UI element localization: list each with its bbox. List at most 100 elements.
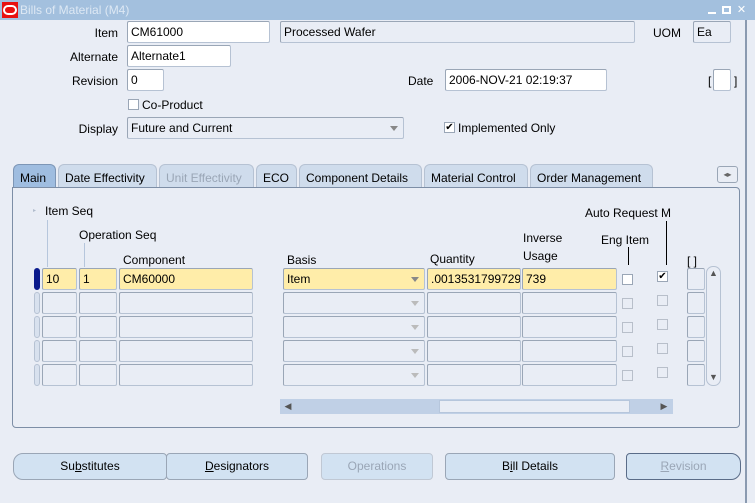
inverse-usage-cell-value: 739 — [526, 272, 547, 286]
label-part: esignators — [213, 459, 270, 473]
basis-cell[interactable] — [283, 316, 425, 338]
auto-request-checkbox[interactable] — [657, 295, 668, 306]
display-label: Display — [78, 122, 118, 136]
scroll-left-icon[interactable]: ◀ — [282, 400, 294, 413]
item-seq-cell[interactable] — [42, 340, 77, 362]
tab-component-details[interactable]: Component Details — [299, 164, 422, 188]
descriptive-flexfield[interactable] — [713, 69, 731, 91]
minimize-button[interactable] — [705, 3, 718, 16]
basis-cell[interactable] — [283, 364, 425, 386]
alternate-label: Alternate — [69, 50, 118, 64]
tab-order-management[interactable]: Order Management — [530, 164, 653, 188]
header-connector — [666, 221, 667, 265]
inverse-usage-cell[interactable] — [522, 364, 617, 386]
eng-item-checkbox[interactable] — [622, 274, 633, 285]
operations-button[interactable]: Operations — [321, 453, 433, 480]
quantity-cell[interactable] — [427, 292, 521, 314]
item-description-field[interactable]: Processed Wafer — [280, 21, 635, 43]
minimize-icon — [707, 11, 716, 14]
scroll-up-icon[interactable]: ▲ — [707, 268, 720, 278]
alternate-field[interactable]: Alternate1 — [127, 45, 231, 67]
oracle-logo-icon — [2, 2, 18, 18]
revision-button[interactable]: Revision — [626, 453, 741, 480]
row-flexfield[interactable] — [687, 316, 705, 338]
substitutes-button[interactable]: Substitutes — [13, 453, 167, 480]
item-field[interactable]: CM61000 — [127, 21, 270, 43]
row-indicator[interactable] — [34, 340, 40, 362]
quantity-cell[interactable] — [427, 364, 521, 386]
operation-seq-cell[interactable] — [79, 292, 117, 314]
component-cell[interactable] — [119, 292, 253, 314]
label-part: ll Details — [512, 459, 559, 473]
window-border — [745, 20, 747, 503]
row-flexfield[interactable] — [687, 292, 705, 314]
auto-request-checkbox[interactable] — [657, 367, 668, 378]
chevron-down-icon — [411, 325, 419, 330]
co-product-checkbox[interactable] — [128, 99, 139, 110]
quantity-cell[interactable] — [427, 316, 521, 338]
date-field[interactable]: 2006-NOV-21 02:19:37 — [445, 69, 607, 91]
scroll-right-icon[interactable]: ▶ — [658, 400, 670, 413]
header-operation-seq: Operation Seq — [79, 228, 157, 242]
eng-item-checkbox[interactable] — [622, 322, 633, 333]
item-seq-cell[interactable] — [42, 364, 77, 386]
horizontal-scroll-thumb[interactable] — [439, 400, 630, 413]
implemented-only-checkbox[interactable]: ✔ — [444, 122, 455, 133]
display-select[interactable]: Future and Current — [127, 117, 404, 139]
inverse-usage-cell[interactable] — [522, 292, 617, 314]
row-flexfield[interactable] — [687, 340, 705, 362]
quantity-cell[interactable] — [427, 340, 521, 362]
bill-details-button[interactable]: Bill Details — [445, 453, 615, 480]
tab-scroll-button[interactable]: ◂▸ — [717, 166, 738, 183]
component-cell[interactable] — [119, 364, 253, 386]
chevron-down-icon — [390, 126, 398, 131]
vertical-scrollbar[interactable] — [706, 266, 721, 386]
header-basis: Basis — [287, 253, 317, 267]
row-indicator[interactable] — [34, 268, 40, 290]
close-icon: ✕ — [736, 4, 747, 16]
row-flexfield[interactable] — [687, 268, 705, 290]
operation-seq-cell[interactable] — [79, 340, 117, 362]
auto-request-checkbox[interactable] — [657, 319, 668, 330]
inverse-usage-cell[interactable] — [522, 316, 617, 338]
row-indicator[interactable] — [34, 364, 40, 386]
designators-button[interactable]: Designators — [166, 453, 308, 480]
label-part: evision — [669, 459, 707, 473]
auto-request-checkbox[interactable]: ✔ — [657, 271, 668, 282]
revision-field[interactable]: 0 — [127, 69, 164, 91]
uom-field[interactable]: Ea — [693, 21, 731, 43]
tab-eco[interactable]: ECO — [256, 164, 297, 188]
component-cell[interactable] — [119, 316, 253, 338]
auto-request-checkbox[interactable] — [657, 343, 668, 354]
item-seq-cell[interactable] — [42, 292, 77, 314]
tab-unit-effectivity[interactable]: Unit Effectivity — [159, 164, 254, 188]
inverse-usage-cell[interactable] — [522, 340, 617, 362]
operation-seq-cell[interactable] — [79, 364, 117, 386]
mnemonic: b — [74, 459, 82, 473]
maximize-button[interactable] — [720, 3, 733, 16]
scroll-down-icon[interactable]: ▼ — [707, 372, 720, 382]
item-seq-cell[interactable] — [42, 316, 77, 338]
inverse-usage-cell[interactable]: 739 — [522, 268, 617, 290]
eng-item-checkbox[interactable] — [622, 370, 633, 381]
operation-seq-cell-value: 1 — [83, 272, 90, 286]
component-cell[interactable]: CM60000 — [119, 268, 253, 290]
row-indicator[interactable] — [34, 316, 40, 338]
basis-cell[interactable]: Item — [283, 268, 425, 290]
eng-item-checkbox[interactable] — [622, 298, 633, 309]
component-cell[interactable] — [119, 340, 253, 362]
eng-item-checkbox[interactable] — [622, 346, 633, 357]
close-button[interactable]: ✕ — [735, 3, 748, 16]
row-flexfield[interactable] — [687, 364, 705, 386]
tab-main[interactable]: Main — [13, 164, 56, 188]
basis-cell[interactable] — [283, 292, 425, 314]
tab-material-control[interactable]: Material Control — [424, 164, 528, 188]
item-seq-cell[interactable]: 10 — [42, 268, 77, 290]
basis-cell[interactable] — [283, 340, 425, 362]
quantity-cell[interactable]: .0013531799729 — [427, 268, 521, 290]
component-cell-value: CM60000 — [123, 272, 176, 286]
operation-seq-cell[interactable] — [79, 316, 117, 338]
row-indicator[interactable] — [34, 292, 40, 314]
operation-seq-cell[interactable]: 1 — [79, 268, 117, 290]
tab-date-effectivity[interactable]: Date Effectivity — [58, 164, 157, 188]
